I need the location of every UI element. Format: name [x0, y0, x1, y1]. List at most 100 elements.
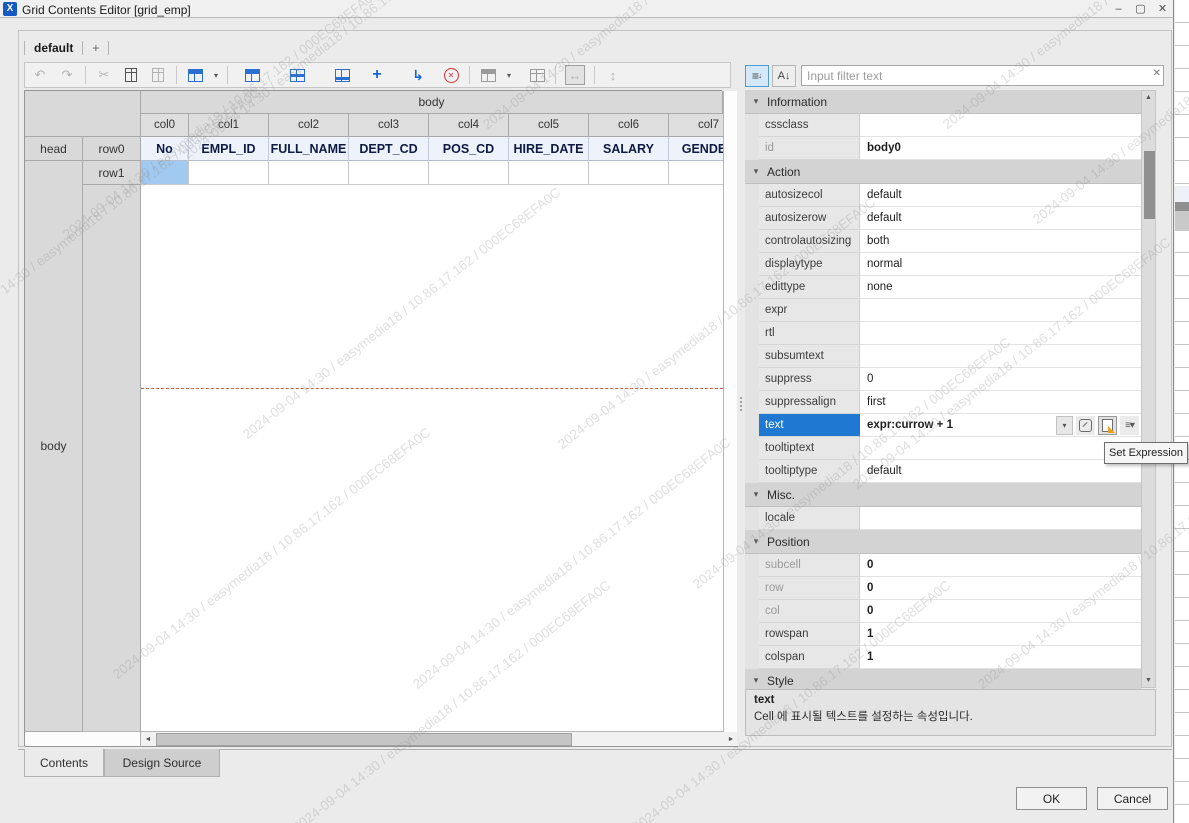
head-cell[interactable]: SALARY: [589, 137, 669, 161]
body-cell[interactable]: [349, 161, 429, 185]
property-row[interactable]: displaytype normal ▾ ≡▾: [745, 253, 1141, 276]
property-row[interactable]: expr ▾ ≡▾: [745, 299, 1141, 322]
maximize-button[interactable]: ▢: [1130, 0, 1151, 17]
collapse-arrow-icon[interactable]: ▾: [745, 96, 767, 107]
property-row[interactable]: rowspan 1 ▾ ≡▾: [745, 623, 1141, 646]
property-value[interactable]: ▾ ≡▾: [860, 345, 1141, 368]
property-value[interactable]: expr:currow + 1 ▾ ≡▾: [860, 414, 1141, 437]
redo-icon[interactable]: ↷: [58, 66, 76, 84]
ok-button[interactable]: OK: [1016, 787, 1087, 810]
body-band-header[interactable]: body: [141, 91, 723, 114]
property-value[interactable]: default ▾ ≡▾: [860, 207, 1141, 230]
body-cell[interactable]: [429, 161, 509, 185]
property-value[interactable]: 0 ▾ ≡▾: [860, 368, 1141, 391]
tab-contents[interactable]: Contents: [24, 749, 104, 777]
property-value[interactable]: 1 ▾ ≡▾: [860, 646, 1141, 669]
property-value[interactable]: ▾ ≡▾: [860, 114, 1141, 137]
property-row[interactable]: subsumtext ▾ ≡▾: [745, 345, 1141, 368]
append-row-icon[interactable]: ↳: [409, 66, 427, 84]
horizontal-scroll-thumb[interactable]: [156, 732, 572, 746]
tab-design-source[interactable]: Design Source: [104, 749, 220, 777]
property-row[interactable]: subcell 0 ▾ ≡▾: [745, 554, 1141, 577]
head-cell[interactable]: EMPL_ID: [189, 137, 269, 161]
paste-icon[interactable]: [149, 66, 167, 84]
add-body-band-icon[interactable]: [288, 66, 306, 84]
property-value[interactable]: first ▾ ≡▾: [860, 391, 1141, 414]
head-cell[interactable]: POS_CD: [429, 137, 509, 161]
cancel-button[interactable]: Cancel: [1097, 787, 1168, 810]
scroll-right-icon[interactable]: ►: [724, 732, 738, 746]
minimize-button[interactable]: –: [1108, 0, 1129, 17]
property-row[interactable]: suppressalign first ▾ ≡▾: [745, 391, 1141, 414]
merge-cells-icon[interactable]: [479, 66, 497, 84]
property-row[interactable]: tooltiptext ▾ ≡▾: [745, 437, 1141, 460]
property-value[interactable]: default ▾ ≡▾: [860, 184, 1141, 207]
panel-splitter[interactable]: [737, 62, 745, 746]
add-head-band-icon[interactable]: [243, 66, 261, 84]
scroll-up-icon[interactable]: ▲: [1142, 91, 1155, 104]
property-value[interactable]: ▾ ≡▾: [860, 299, 1141, 322]
property-row[interactable]: text expr:currow + 1 ▾ ≡▾: [745, 414, 1141, 437]
property-row[interactable]: id body0 ▾ ≡▾: [745, 137, 1141, 160]
property-row[interactable]: edittype none ▾ ≡▾: [745, 276, 1141, 299]
property-section-header[interactable]: ▾ Misc.: [745, 483, 1141, 507]
column-header-cell[interactable]: col0: [141, 114, 189, 137]
property-value[interactable]: 0 ▾ ≡▾: [860, 577, 1141, 600]
property-section-header[interactable]: ▾ Position: [745, 530, 1141, 554]
property-section-header[interactable]: ▾ Information: [745, 90, 1141, 114]
head-cell[interactable]: GENDER: [669, 137, 723, 161]
horizontal-scrollbar[interactable]: ◄ ►: [141, 732, 738, 747]
add-band-tab-button[interactable]: +: [92, 41, 99, 55]
property-row[interactable]: cssclass ▾ ≡▾: [745, 114, 1141, 137]
fit-width-icon[interactable]: ↔: [565, 65, 586, 85]
split-cell-icon[interactable]: [528, 66, 546, 84]
property-section-header[interactable]: ▾ Action: [745, 160, 1141, 184]
append-column-icon[interactable]: +: [368, 66, 386, 84]
property-row[interactable]: controlautosizing both ▾ ≡▾: [745, 230, 1141, 253]
copy-icon[interactable]: [122, 66, 140, 84]
column-header-cell[interactable]: col4: [429, 114, 509, 137]
column-header-cell[interactable]: col6: [589, 114, 669, 137]
cut-icon[interactable]: ✂: [95, 66, 113, 84]
value-dropdown-icon[interactable]: ▾: [1056, 415, 1073, 435]
property-row[interactable]: suppress 0 ▾ ≡▾: [745, 368, 1141, 391]
property-value[interactable]: default ▾ ≡▾: [860, 460, 1141, 483]
set-expression-button[interactable]: [1098, 415, 1117, 435]
head-row0-label-cell[interactable]: row0: [83, 137, 141, 161]
band-select-dropdown-icon[interactable]: ▾: [214, 71, 218, 80]
property-row[interactable]: autosizerow default ▾ ≡▾: [745, 207, 1141, 230]
property-row[interactable]: tooltiptype default ▾ ≡▾: [745, 460, 1141, 483]
scroll-down-icon[interactable]: ▼: [1142, 674, 1155, 687]
column-header-cell[interactable]: col7: [669, 114, 723, 137]
property-value[interactable]: 0 ▾ ≡▾: [860, 600, 1141, 623]
body-band-label-cell[interactable]: body: [25, 161, 83, 732]
head-cell[interactable]: FULL_NAME: [269, 137, 349, 161]
edit-list-button[interactable]: ≡▾: [1120, 415, 1139, 435]
merge-cells-dropdown-icon[interactable]: ▾: [507, 71, 511, 80]
property-value[interactable]: 1 ▾ ≡▾: [860, 623, 1141, 646]
property-value[interactable]: both ▾ ≡▾: [860, 230, 1141, 253]
property-row[interactable]: col 0 ▾ ≡▾: [745, 600, 1141, 623]
undo-icon[interactable]: ↶: [31, 66, 49, 84]
delete-icon[interactable]: ✕: [442, 66, 460, 84]
collapse-arrow-icon[interactable]: ▾: [745, 489, 767, 500]
property-value[interactable]: body0 ▾ ≡▾: [860, 137, 1141, 160]
body-cell[interactable]: [589, 161, 669, 185]
property-row[interactable]: rtl ▾ ≡▾: [745, 322, 1141, 345]
alphabetical-sort-button[interactable]: A↓: [772, 64, 796, 87]
add-summary-band-icon[interactable]: [333, 66, 351, 84]
property-row[interactable]: locale ▾ ≡▾: [745, 507, 1141, 530]
column-header-cell[interactable]: col3: [349, 114, 429, 137]
column-header-cell[interactable]: col2: [269, 114, 349, 137]
property-scrollbar[interactable]: ▲ ▼: [1141, 90, 1156, 688]
column-header-cell[interactable]: col1: [189, 114, 269, 137]
property-value[interactable]: ▾ ≡▾: [860, 322, 1141, 345]
body-canvas[interactable]: [141, 185, 723, 732]
property-row[interactable]: autosizecol default ▾ ≡▾: [745, 184, 1141, 207]
property-row[interactable]: colspan 1 ▾ ≡▾: [745, 646, 1141, 669]
head-band-label-cell[interactable]: head: [25, 137, 83, 161]
property-value[interactable]: ▾ ≡▾: [860, 437, 1141, 460]
column-header-cell[interactable]: col5: [509, 114, 589, 137]
property-value[interactable]: none ▾ ≡▾: [860, 276, 1141, 299]
body-cell[interactable]: [189, 161, 269, 185]
